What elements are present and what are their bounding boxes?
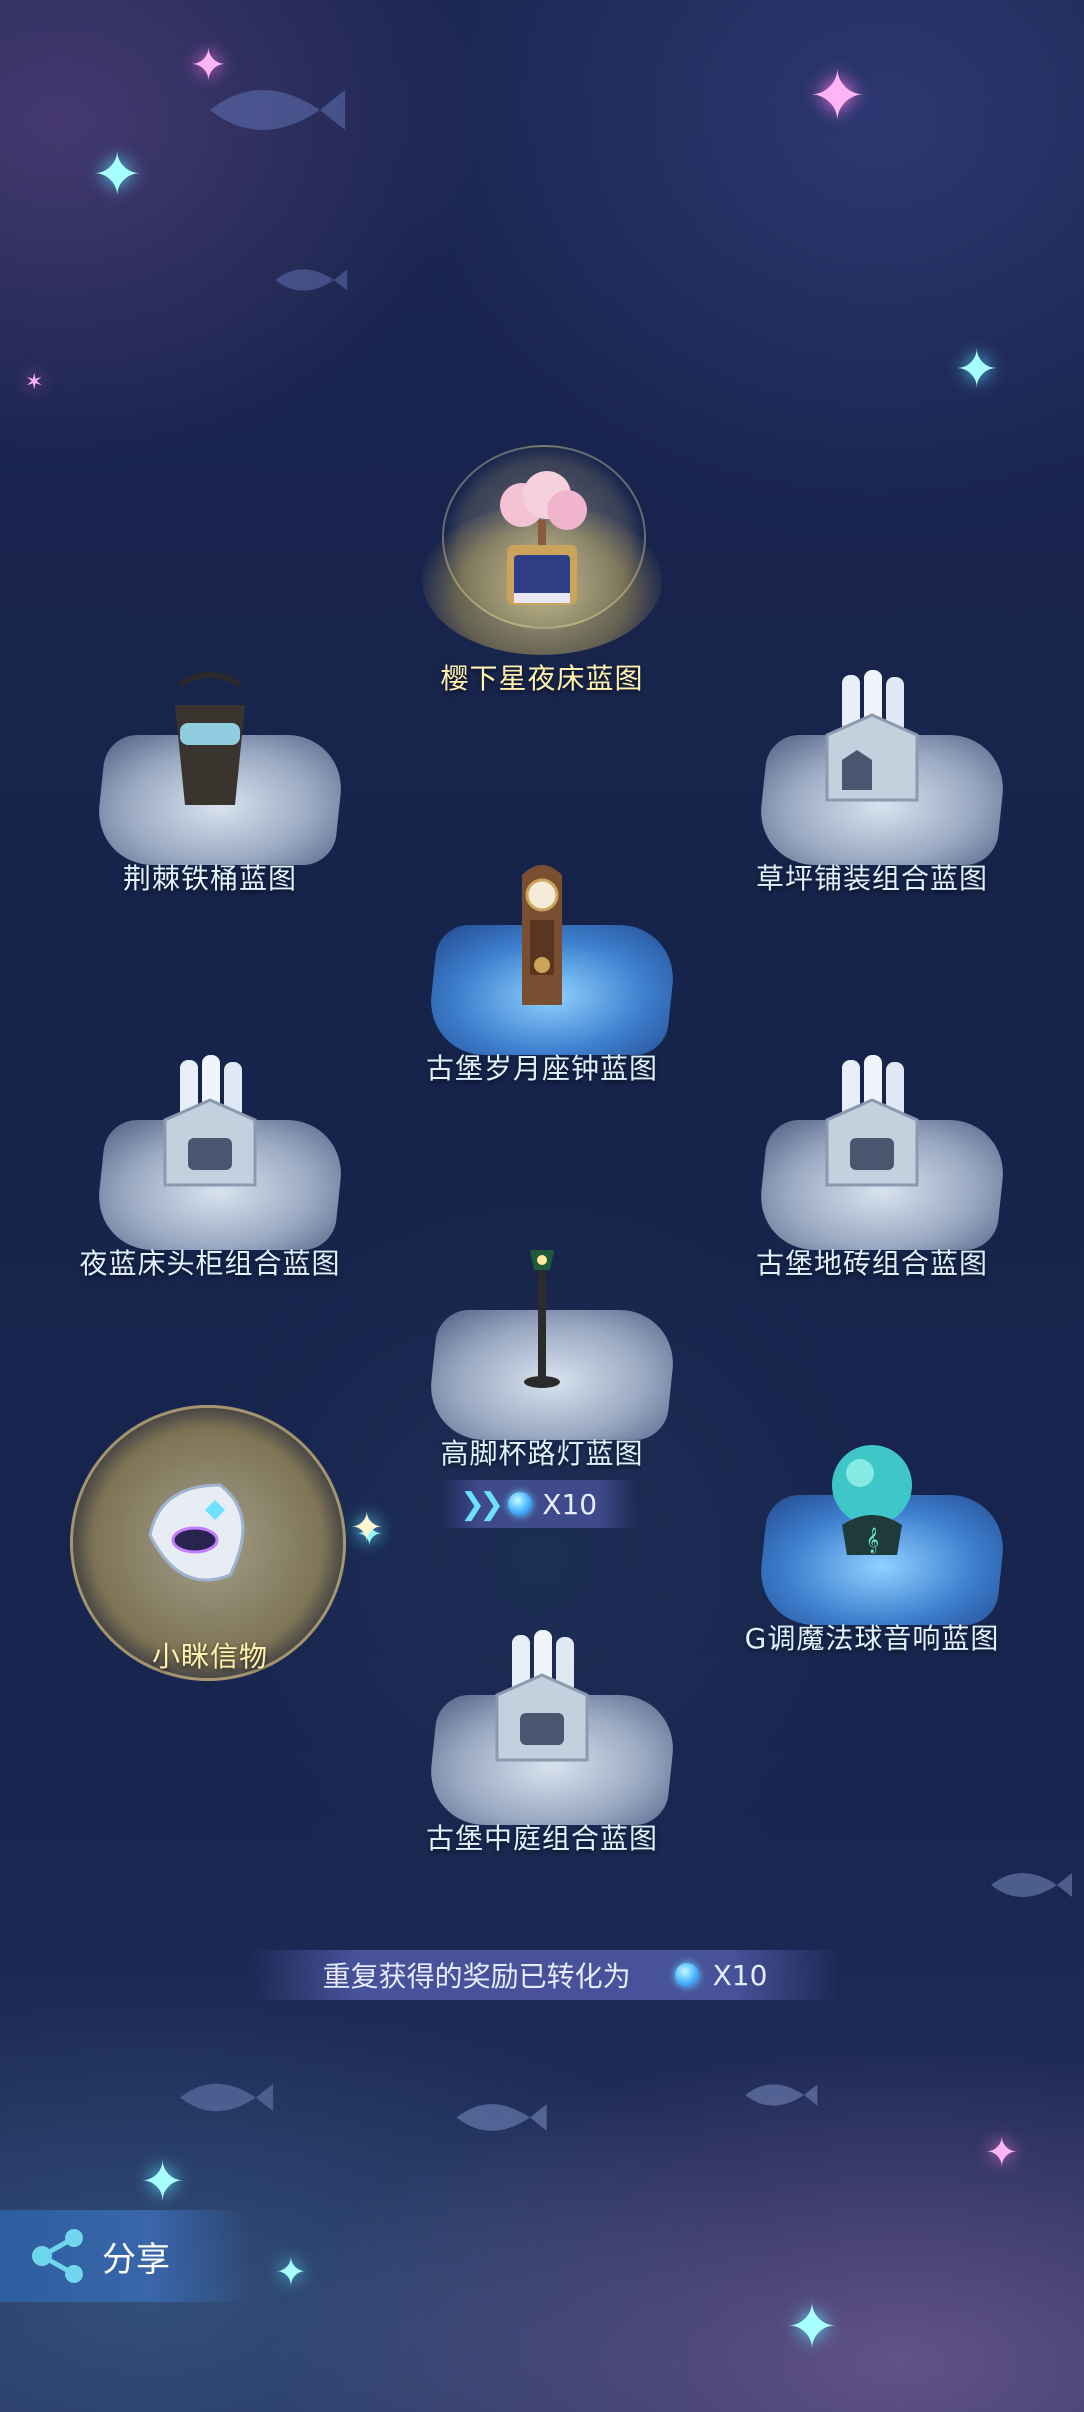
iron-bucket-icon [175,672,245,805]
reward-label: 古堡中庭组合蓝图 [425,1822,658,1855]
duplicate-badge: ❯❯ X10 [440,1480,638,1528]
reward-item[interactable]: 夜蓝床头柜组合蓝图 [60,1030,360,1330]
fish-icon [275,269,348,291]
duplicate-conversion-notice: 重复获得的奖励已转化为 X10 [250,1950,840,2000]
reward-item[interactable]: 荆棘铁桶蓝图 [60,645,360,945]
magic-orb-speaker-icon: 𝄞 [832,1445,912,1555]
blueprint-box-icon [825,670,919,802]
reward-item[interactable]: 古堡地砖组合蓝图 [722,1030,1022,1330]
street-lamp-icon [524,1250,560,1388]
fish-icon [991,1873,1072,1897]
gem-currency-icon [508,1492,533,1516]
notice-text: 重复获得的奖励已转化为 [322,1960,631,1993]
sparkle-icon: ✦ [140,2150,186,2213]
reward-item[interactable]: 高脚杯路灯蓝图 [392,1220,692,1520]
reward-label: 樱下星夜床蓝图 [440,662,644,695]
reward-label: 古堡地砖组合蓝图 [755,1247,988,1280]
reward-label: 古堡岁月座钟蓝图 [425,1052,658,1085]
blueprint-box-icon [163,1055,257,1187]
fish-icon [745,2084,818,2106]
reward-label: 小眯信物 [151,1640,268,1673]
share-label: 分享 [102,2239,170,2280]
blueprint-box-icon [825,1055,919,1187]
reward-label: 夜蓝床头柜组合蓝图 [79,1247,341,1280]
reward-item[interactable]: 草坪铺装组合蓝图 [722,645,1022,945]
reward-label: G调魔法球音响蓝图 [744,1622,1000,1655]
reward-item[interactable]: 𝄞 G调魔法球音响蓝图 [722,1405,1022,1705]
sparkle-icon: ✶ [25,370,44,395]
grandfather-clock-icon [522,865,562,1005]
reward-label: 荆棘铁桶蓝图 [122,862,297,895]
token-icon [148,1483,245,1582]
share-button[interactable]: 分享 [0,2210,250,2302]
sparkle-icon: ✦ [190,40,227,91]
reward-item[interactable]: ✦ 小眯信物 [60,1405,384,1705]
chevron-right-icon: ❯❯ [460,1486,504,1522]
fish-icon [210,90,345,130]
blueprint-box-icon [495,1630,589,1762]
reward-label: 高脚杯路灯蓝图 [440,1437,644,1470]
sakura-bed-icon [500,471,587,605]
sparkle-icon: ✦ [985,2130,1019,2176]
fish-icon [456,2104,547,2131]
sparkle-icon: ✦ [350,1505,384,1551]
sparkle-icon: ✦ [786,2290,838,2363]
notice-amount: X10 [712,1958,768,1992]
sparkle-icon: ✦ [275,2250,307,2294]
reward-label: 草坪铺装组合蓝图 [755,862,988,895]
sparkle-icon: ✦ [955,340,999,400]
gem-currency-icon [674,1963,699,1987]
fish-icon [180,2083,274,2112]
svg-text:𝄞: 𝄞 [866,1527,879,1553]
reward-item[interactable]: 古堡岁月座钟蓝图 [392,835,692,1135]
reward-item[interactable]: 樱下星夜床蓝图 [392,445,692,745]
sparkle-icon: ✦ [92,140,143,210]
share-icon [32,2229,83,2283]
duplicate-amount: X10 [542,1487,598,1521]
sparkle-icon: ✦ [808,55,867,137]
reward-item[interactable]: 古堡中庭组合蓝图 [392,1605,692,1905]
